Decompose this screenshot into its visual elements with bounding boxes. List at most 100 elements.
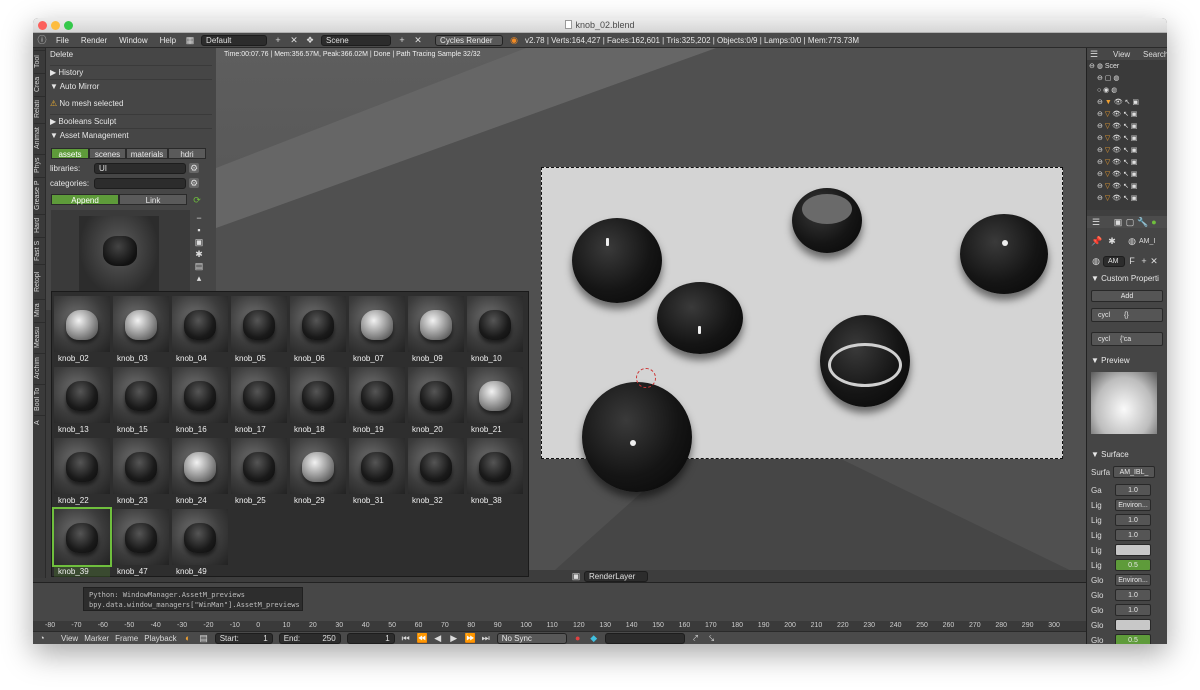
insert-keyframe-icon[interactable]: ⤤ xyxy=(691,633,701,643)
tab-assets[interactable]: assets xyxy=(51,148,89,159)
asset-thumb[interactable]: knob_25 xyxy=(231,438,287,506)
shader-input-value[interactable] xyxy=(1115,544,1151,556)
asset-thumb[interactable]: knob_19 xyxy=(349,367,405,435)
preview-header[interactable]: ▼ Preview xyxy=(1091,356,1130,365)
pin-icon[interactable]: 📌 xyxy=(1091,236,1102,246)
prev-keyframe-icon[interactable]: ⏪ xyxy=(417,633,428,643)
layout-field[interactable]: Default xyxy=(201,34,268,46)
custom-prop-row[interactable]: cycl {} xyxy=(1091,308,1163,322)
asset-thumb[interactable]: knob_17 xyxy=(231,367,287,435)
asset-thumb[interactable]: knob_09 xyxy=(408,296,464,364)
asset-thumb[interactable]: knob_23 xyxy=(113,438,169,506)
auto-mirror-panel-header[interactable]: ▼ Auto Mirror xyxy=(50,79,212,92)
tab-materials[interactable]: materials xyxy=(126,148,168,159)
asset-thumb[interactable]: knob_38 xyxy=(467,438,523,506)
history-panel-header[interactable]: ▶ History xyxy=(50,65,212,78)
outliner-row[interactable]: ⊖ ▽ 👁 ↖ ▣ xyxy=(1097,145,1137,156)
shader-input-value[interactable]: 0.5 xyxy=(1115,634,1151,644)
render-preview-icon[interactable]: ▣ xyxy=(194,237,204,247)
asset-thumb[interactable]: knob_04 xyxy=(172,296,228,364)
delete-keyframe-icon[interactable]: ⤥ xyxy=(707,633,717,643)
minus-icon[interactable]: − xyxy=(194,213,204,223)
asset-thumb[interactable]: knob_05 xyxy=(231,296,287,364)
scene-field[interactable]: Scene xyxy=(321,34,392,46)
asset-thumb[interactable]: knob_49 xyxy=(172,509,228,577)
render-layer-field[interactable]: RenderLayer xyxy=(584,571,648,582)
outliner-search-field[interactable]: Search xyxy=(1143,50,1167,59)
timeline-view-menu[interactable]: View xyxy=(61,634,78,643)
lock-range-icon[interactable]: ▤ xyxy=(199,633,209,643)
material-tab-icon[interactable]: ● xyxy=(1149,217,1159,227)
add-scene-icon[interactable]: + xyxy=(397,35,407,45)
fake-user-icon[interactable]: F xyxy=(1127,256,1137,266)
shader-input-value[interactable]: 1.0 xyxy=(1115,589,1151,601)
menu-file[interactable]: File xyxy=(53,36,72,45)
render-engine-select[interactable]: Cycles Render xyxy=(435,34,504,46)
outliner-row[interactable]: ⊖ ▽ 👁 ↖ ▣ xyxy=(1097,109,1137,120)
timeline-marker-menu[interactable]: Marker xyxy=(84,634,109,643)
image-icon[interactable]: ▤ xyxy=(194,261,204,271)
surface-header[interactable]: ▼ Surface xyxy=(1091,450,1129,459)
tab-fast-sculpt[interactable]: Fast S xyxy=(34,237,45,263)
object-tab-icon[interactable]: ▢ xyxy=(1125,217,1135,227)
menu-help[interactable]: Help xyxy=(157,36,179,45)
material-slot-field[interactable]: AM xyxy=(1103,256,1125,267)
asset-thumb[interactable]: knob_18 xyxy=(290,367,346,435)
menu-render[interactable]: Render xyxy=(78,36,110,45)
use-preview-range-icon[interactable]: ◐ xyxy=(183,633,193,643)
timeline-playback-menu[interactable]: Playback xyxy=(144,634,176,643)
outliner-row[interactable]: ⊖ ▢ ◍ xyxy=(1097,73,1119,84)
play-icon[interactable]: ▶ xyxy=(449,633,459,643)
timeline-area[interactable]: Python: WindowManager.AssetM_previews bp… xyxy=(33,582,1086,632)
asset-thumb[interactable]: knob_39 xyxy=(52,507,112,577)
add-material-icon[interactable]: + xyxy=(1139,256,1149,266)
tab-measure[interactable]: Measu xyxy=(34,322,45,352)
tab-relations[interactable]: Relati xyxy=(34,96,45,122)
tab-create[interactable]: Crea xyxy=(34,73,45,95)
tab-scenes[interactable]: scenes xyxy=(89,148,126,159)
3d-cursor-icon[interactable] xyxy=(636,368,656,388)
shader-input-value[interactable]: 1.0 xyxy=(1115,514,1151,526)
jump-start-icon[interactable]: ⏮ xyxy=(401,633,411,643)
record-icon[interactable]: ● xyxy=(573,633,583,643)
outliner-row-scene[interactable]: ⊖ ◍ Scer xyxy=(1089,61,1119,72)
asset-thumb[interactable]: knob_02 xyxy=(54,296,110,364)
asset-thumb[interactable]: knob_03 xyxy=(113,296,169,364)
end-frame-field[interactable]: End: 250 xyxy=(278,632,341,644)
tab-hard-ops[interactable]: Hard xyxy=(34,214,45,236)
asset-thumb[interactable]: knob_20 xyxy=(408,367,464,435)
asset-thumb[interactable]: knob_10 xyxy=(467,296,523,364)
camera-icon[interactable]: ▪ xyxy=(194,225,204,235)
outliner-row[interactable]: ○ ◉ ◍ xyxy=(1097,85,1117,96)
asset-management-panel-header[interactable]: ▼ Asset Management xyxy=(50,128,212,141)
asset-thumb[interactable]: knob_29 xyxy=(290,438,346,506)
library-settings-icon[interactable]: ⚙ xyxy=(189,163,199,173)
remove-layout-icon[interactable]: ✕ xyxy=(289,35,299,45)
sync-mode-select[interactable]: No Sync xyxy=(496,632,567,644)
screen-layout-icon[interactable]: ▦ xyxy=(185,35,195,45)
asset-thumb[interactable]: knob_22 xyxy=(54,438,110,506)
tab-archimesh[interactable]: Archim xyxy=(34,353,45,383)
shader-input-value[interactable]: 1.0 xyxy=(1115,604,1151,616)
shader-input-value[interactable] xyxy=(1115,619,1151,631)
refresh-icon[interactable]: ⟳ xyxy=(192,195,202,205)
outliner-row[interactable]: ⊖ ▽ 👁 ↖ ▣ xyxy=(1097,169,1137,180)
outliner-view-menu[interactable]: View xyxy=(1113,50,1130,59)
booleans-panel-header[interactable]: ▶ Booleans Sculpt xyxy=(50,114,212,127)
menu-window[interactable]: Window xyxy=(116,36,150,45)
asset-thumb[interactable]: knob_15 xyxy=(113,367,169,435)
asset-thumb[interactable]: knob_21 xyxy=(467,367,523,435)
custom-prop-row[interactable]: cycl {'ca xyxy=(1091,332,1163,346)
add-property-button[interactable]: Add xyxy=(1091,290,1163,302)
render-layer-icon[interactable]: ▣ xyxy=(571,571,581,581)
category-settings-icon[interactable]: ⚙ xyxy=(189,178,199,188)
start-frame-field[interactable]: Start: 1 xyxy=(214,632,273,644)
shader-input-value[interactable]: 0.5 xyxy=(1115,559,1151,571)
append-button[interactable]: Append xyxy=(51,194,119,205)
outliner-editor-icon[interactable]: ☰ xyxy=(1089,49,1099,59)
next-keyframe-icon[interactable]: ⏩ xyxy=(465,633,476,643)
outliner-row[interactable]: ⊖ ▽ 👁 ↖ ▣ xyxy=(1097,121,1137,132)
tab-mira[interactable]: Mira xyxy=(34,299,45,321)
remove-scene-icon[interactable]: ✕ xyxy=(413,35,423,45)
minimize-window-icon[interactable] xyxy=(51,21,60,30)
